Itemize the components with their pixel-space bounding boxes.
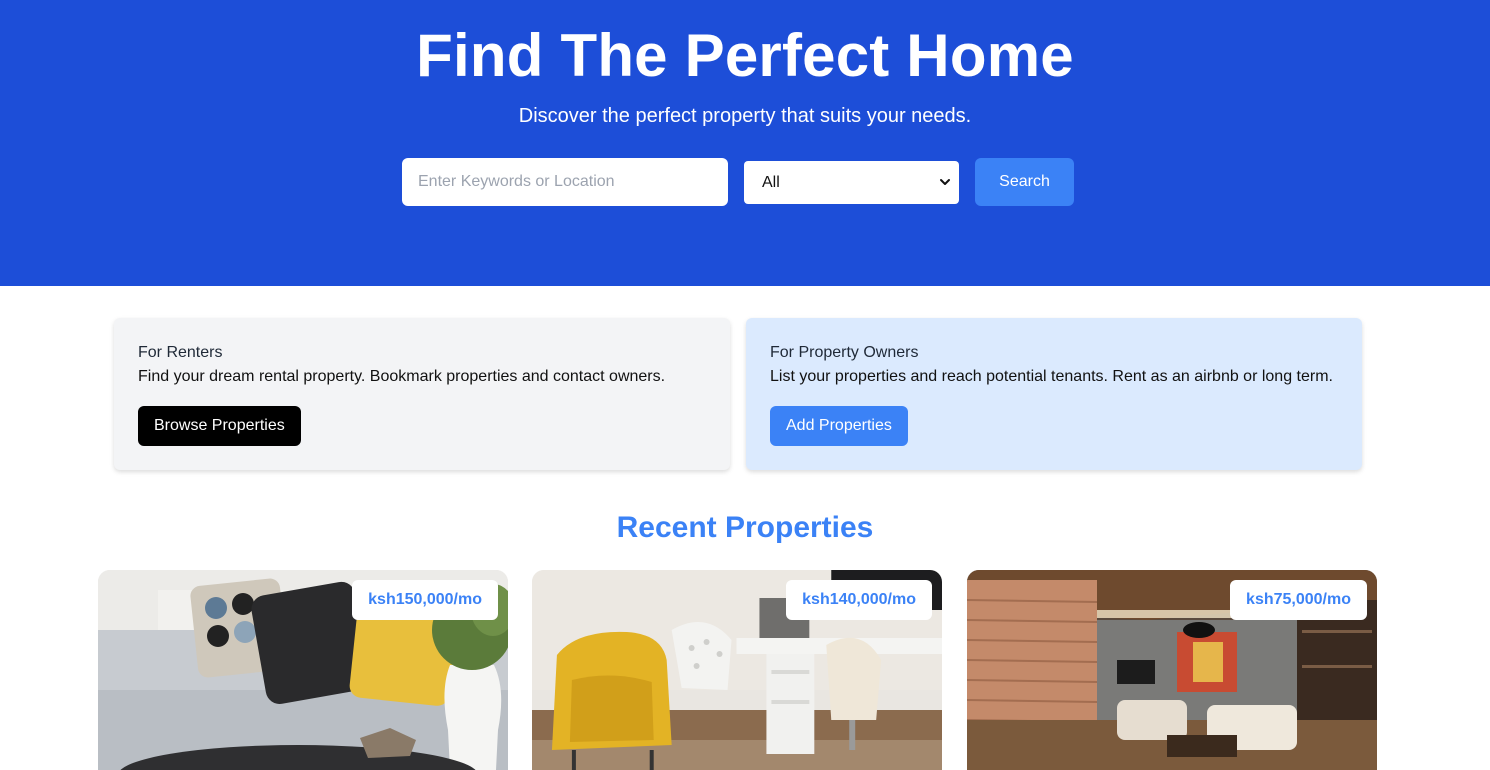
property-price: ksh140,000/mo: [786, 580, 932, 620]
recent-properties-heading: Recent Properties: [616, 511, 874, 544]
property-card[interactable]: ksh150,000/mo: [98, 570, 508, 770]
property-card[interactable]: ksh75,000/mo: [967, 570, 1377, 770]
hero-title: Find The Perfect Home: [416, 22, 1074, 89]
owners-description: List your properties and reach potential…: [770, 368, 1333, 385]
renters-description: Find your dream rental property. Bookmar…: [138, 368, 666, 385]
search-input[interactable]: [402, 158, 728, 206]
property-price: ksh75,000/mo: [1230, 580, 1367, 620]
hero-subtitle: Discover the perfect property that suits…: [518, 105, 972, 127]
add-properties-button[interactable]: Add Properties: [770, 406, 908, 446]
browse-properties-button[interactable]: Browse Properties: [138, 406, 301, 446]
search-button[interactable]: Search: [975, 158, 1074, 206]
property-type-selected: All: [762, 173, 780, 191]
owners-card: For Property Owners List your properties…: [746, 318, 1362, 470]
renters-card: For Renters Find your dream rental prope…: [114, 318, 730, 470]
owners-title: For Property Owners: [770, 344, 919, 361]
property-price: ksh150,000/mo: [352, 580, 498, 620]
chevron-down-icon: [940, 179, 950, 185]
renters-title: For Renters: [138, 344, 223, 361]
property-card[interactable]: ksh140,000/mo: [532, 570, 942, 770]
hero-section: Find The Perfect Home Discover the perfe…: [0, 0, 1490, 286]
property-type-select[interactable]: All: [744, 161, 959, 204]
